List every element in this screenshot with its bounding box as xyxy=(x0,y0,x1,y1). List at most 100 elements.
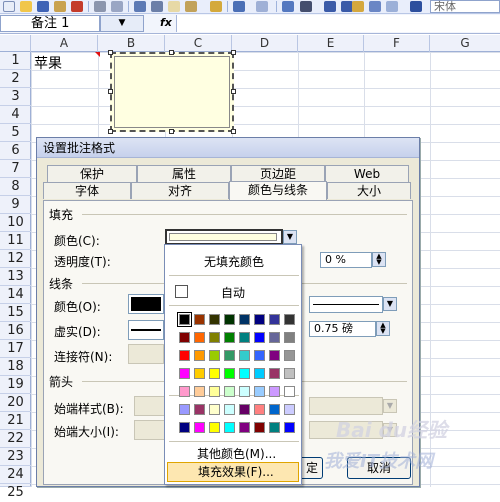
tab-margins[interactable]: 页边距 xyxy=(231,165,325,182)
column-header-g[interactable]: G xyxy=(430,35,500,52)
color-swatch[interactable] xyxy=(239,332,250,343)
color-swatch[interactable] xyxy=(269,422,280,433)
line-style-dropdown-icon[interactable]: ▼ xyxy=(383,297,397,311)
row-header[interactable]: 3 xyxy=(0,88,31,106)
redo-icon[interactable] xyxy=(256,1,268,12)
color-swatch[interactable] xyxy=(239,314,250,325)
fill-effects-option[interactable]: 填充效果(F)... xyxy=(167,462,299,482)
row-header[interactable]: 7 xyxy=(0,160,31,178)
row-header[interactable]: 17 xyxy=(0,340,31,358)
color-swatch[interactable] xyxy=(209,368,220,379)
drawing-icon[interactable] xyxy=(369,1,381,12)
permission-icon[interactable] xyxy=(54,1,66,12)
color-swatch[interactable] xyxy=(284,314,295,325)
email-icon[interactable] xyxy=(71,1,83,12)
row-header[interactable]: 8 xyxy=(0,178,31,196)
hyperlink-icon[interactable] xyxy=(282,1,294,12)
color-swatch[interactable] xyxy=(239,368,250,379)
row-header[interactable]: 23 xyxy=(0,448,31,466)
color-swatch[interactable] xyxy=(179,404,190,415)
color-swatch[interactable] xyxy=(179,368,190,379)
open-icon[interactable] xyxy=(20,1,32,12)
color-swatch[interactable] xyxy=(284,422,295,433)
color-swatch[interactable] xyxy=(209,404,220,415)
fill-color-dropdown-icon[interactable]: ▼ xyxy=(283,230,297,244)
print-icon[interactable] xyxy=(94,1,106,12)
transparency-input[interactable]: 0 % xyxy=(320,252,372,268)
chart-wizard-icon[interactable] xyxy=(352,1,364,12)
toolbar-options-icon[interactable] xyxy=(410,1,422,12)
row-header[interactable]: 1 xyxy=(0,52,31,70)
resize-handle[interactable] xyxy=(231,50,236,55)
column-header-d[interactable]: D xyxy=(232,35,298,52)
row-header[interactable]: 12 xyxy=(0,250,31,268)
line-color-select[interactable] xyxy=(128,294,164,314)
color-swatch[interactable] xyxy=(254,332,265,343)
tab-font[interactable]: 字体 xyxy=(43,182,131,199)
color-swatch[interactable] xyxy=(177,312,192,327)
copy-icon[interactable] xyxy=(168,1,180,12)
column-header-e[interactable]: E xyxy=(298,35,364,52)
color-swatch[interactable] xyxy=(209,350,220,361)
cell-a1[interactable]: 苹果 xyxy=(34,53,62,73)
row-header[interactable]: 16 xyxy=(0,322,31,340)
zoom-icon[interactable] xyxy=(386,1,398,12)
color-swatch[interactable] xyxy=(179,332,190,343)
cut-icon[interactable] xyxy=(151,1,163,12)
resize-handle[interactable] xyxy=(231,129,236,134)
insert-function-icon[interactable]: fx xyxy=(160,16,172,29)
color-swatch[interactable] xyxy=(254,368,265,379)
tab-web[interactable]: Web xyxy=(325,165,409,182)
dashed-select[interactable] xyxy=(128,320,164,340)
color-swatch[interactable] xyxy=(269,368,280,379)
color-swatch[interactable] xyxy=(224,422,235,433)
color-swatch[interactable] xyxy=(224,386,235,397)
row-header[interactable]: 14 xyxy=(0,286,31,304)
row-header[interactable]: 20 xyxy=(0,394,31,412)
color-swatch[interactable] xyxy=(194,368,205,379)
automatic-color-option[interactable]: 自动 xyxy=(221,284,245,301)
row-header[interactable]: 21 xyxy=(0,412,31,430)
print-preview-icon[interactable] xyxy=(111,1,123,12)
color-swatch[interactable] xyxy=(209,332,220,343)
color-swatch[interactable] xyxy=(284,332,295,343)
color-swatch[interactable] xyxy=(224,350,235,361)
color-swatch[interactable] xyxy=(194,404,205,415)
row-header[interactable]: 11 xyxy=(0,232,31,250)
column-header-a[interactable]: A xyxy=(31,35,98,52)
color-swatch[interactable] xyxy=(194,350,205,361)
color-swatch[interactable] xyxy=(284,404,295,415)
tab-colors-and-lines[interactable]: 颜色与线条 xyxy=(229,181,327,200)
color-swatch[interactable] xyxy=(269,332,280,343)
resize-handle[interactable] xyxy=(231,89,236,94)
color-swatch[interactable] xyxy=(179,350,190,361)
resize-handle[interactable] xyxy=(108,89,113,94)
row-header[interactable]: 22 xyxy=(0,430,31,448)
resize-handle[interactable] xyxy=(108,129,113,134)
line-style-select[interactable] xyxy=(309,296,383,313)
row-header[interactable]: 2 xyxy=(0,70,31,88)
color-swatch[interactable] xyxy=(254,404,265,415)
color-swatch[interactable] xyxy=(224,314,235,325)
color-swatch[interactable] xyxy=(239,422,250,433)
row-header[interactable]: 18 xyxy=(0,358,31,376)
dialog-title[interactable]: 设置批注格式 xyxy=(37,138,419,158)
color-swatch[interactable] xyxy=(209,386,220,397)
font-name-box[interactable]: 宋体 xyxy=(430,0,500,13)
color-swatch[interactable] xyxy=(269,350,280,361)
automatic-color-swatch[interactable] xyxy=(175,285,188,298)
color-swatch[interactable] xyxy=(269,404,280,415)
comment-box[interactable] xyxy=(108,50,236,134)
column-header-c[interactable]: C xyxy=(165,35,232,52)
color-swatch[interactable] xyxy=(239,404,250,415)
row-header[interactable]: 5 xyxy=(0,124,31,142)
row-header[interactable]: 4 xyxy=(0,106,31,124)
color-swatch[interactable] xyxy=(194,386,205,397)
name-box-dropdown-icon[interactable]: ▼ xyxy=(100,15,144,32)
color-swatch[interactable] xyxy=(179,386,190,397)
more-colors-option[interactable]: 其他颜色(M)... xyxy=(197,445,276,462)
color-swatch[interactable] xyxy=(254,386,265,397)
undo-icon[interactable] xyxy=(233,1,245,12)
color-swatch[interactable] xyxy=(284,350,295,361)
resize-handle[interactable] xyxy=(108,50,113,55)
